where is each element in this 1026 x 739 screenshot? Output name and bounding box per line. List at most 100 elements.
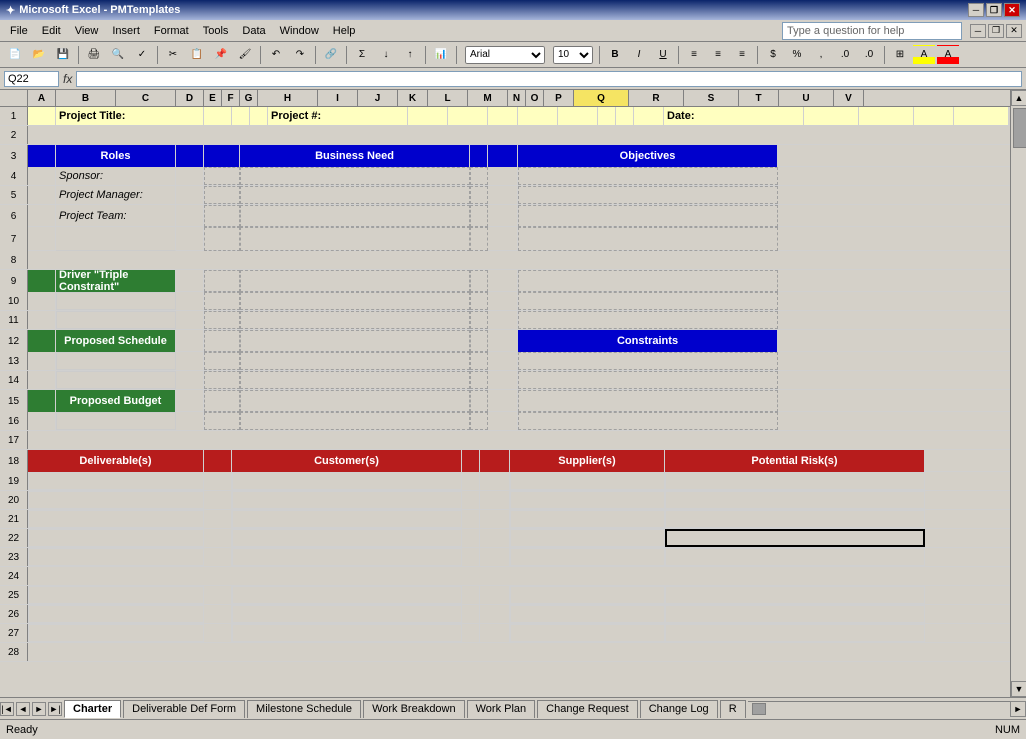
cell-a5[interactable]: [28, 186, 56, 204]
menu-file[interactable]: File: [4, 23, 34, 39]
align-right-button[interactable]: ≡: [731, 45, 753, 65]
cell-bc6[interactable]: Project Team:: [56, 205, 176, 227]
copy-button[interactable]: 📋: [186, 45, 208, 65]
font-name-box[interactable]: Arial: [461, 46, 549, 64]
cell-l1[interactable]: [518, 107, 558, 125]
cell-p19[interactable]: [480, 472, 510, 490]
close-button[interactable]: ✕: [1004, 3, 1020, 17]
cell-efg9[interactable]: [204, 270, 240, 292]
cell-hijklm6[interactable]: [240, 205, 470, 227]
cell-q22-selected[interactable]: [665, 529, 925, 547]
cell-p15[interactable]: [488, 390, 518, 412]
formula-input[interactable]: [76, 71, 1022, 87]
cell-bc9[interactable]: Driver "Triple Constraint": [56, 270, 176, 292]
cell-a11[interactable]: [28, 311, 56, 329]
spellcheck-button[interactable]: ✓: [131, 45, 153, 65]
sort-desc-button[interactable]: ↑: [399, 45, 421, 65]
menu-format[interactable]: Format: [148, 23, 195, 39]
sort-asc-button[interactable]: ↓: [375, 45, 397, 65]
cell-d4[interactable]: [176, 167, 204, 185]
minimize-app-button[interactable]: ─: [970, 24, 986, 38]
cell-a8[interactable]: [28, 251, 1010, 269]
col-header-a[interactable]: A: [28, 90, 56, 106]
cell-efg14[interactable]: [204, 371, 240, 389]
bold-button[interactable]: B: [604, 45, 626, 65]
cell-qrstu9[interactable]: [518, 270, 778, 292]
scroll-track[interactable]: [1011, 106, 1026, 681]
tab-nav-first[interactable]: |◄: [0, 702, 14, 716]
menu-view[interactable]: View: [69, 23, 105, 39]
cell-risk-25[interactable]: [665, 586, 925, 604]
chart-button[interactable]: 📊: [430, 45, 452, 65]
col-header-f[interactable]: F: [222, 90, 240, 106]
cell-supp-20[interactable]: [510, 491, 665, 509]
cell-24[interactable]: [28, 567, 1010, 585]
cell-d5[interactable]: [176, 186, 204, 204]
new-button[interactable]: 📄: [4, 45, 26, 65]
cell-efg4[interactable]: [204, 167, 240, 185]
cell-e1[interactable]: [232, 107, 250, 125]
restore-button[interactable]: ❐: [986, 3, 1002, 17]
cell-no11[interactable]: [470, 311, 488, 329]
cell-qrstu4[interactable]: [518, 167, 778, 185]
cell-hijklm5[interactable]: [240, 186, 470, 204]
cell-no6[interactable]: [470, 205, 488, 227]
italic-button[interactable]: I: [628, 45, 650, 65]
cell-qrstu14[interactable]: [518, 371, 778, 389]
cell-s1[interactable]: [859, 107, 914, 125]
tab-r[interactable]: R: [720, 700, 746, 718]
cell-d25[interactable]: [204, 586, 232, 604]
cell-a12[interactable]: [28, 330, 56, 352]
underline-button[interactable]: U: [652, 45, 674, 65]
cell-p6[interactable]: [488, 205, 518, 227]
decrease-decimal-button[interactable]: .0: [858, 45, 880, 65]
cell-del-22[interactable]: [28, 529, 204, 547]
cell-no15[interactable]: [470, 390, 488, 412]
scroll-thumb[interactable]: [1013, 108, 1026, 148]
cell-p12[interactable]: [488, 330, 518, 352]
cell-no20[interactable]: [462, 491, 480, 509]
cell-hijklm14[interactable]: [240, 371, 470, 389]
col-header-k[interactable]: K: [398, 90, 428, 106]
col-header-p[interactable]: P: [544, 90, 574, 106]
cell-no23[interactable]: [462, 548, 480, 566]
col-header-d[interactable]: D: [176, 90, 204, 106]
cell-no19[interactable]: [462, 472, 480, 490]
cell-bc13[interactable]: [56, 352, 176, 370]
borders-button[interactable]: ⊞: [889, 45, 911, 65]
cell-hijklm11[interactable]: [240, 311, 470, 329]
col-header-t[interactable]: T: [739, 90, 779, 106]
cell-risk-19[interactable]: [665, 472, 925, 490]
cell-reference-box[interactable]: Q22: [4, 71, 59, 87]
cell-p10[interactable]: [488, 292, 518, 310]
preview-button[interactable]: 🔍: [107, 45, 129, 65]
cell-a3[interactable]: [28, 145, 56, 167]
tab-milestone-schedule[interactable]: Milestone Schedule: [247, 700, 361, 718]
cell-i1[interactable]: [408, 107, 448, 125]
cell-d1[interactable]: [204, 107, 232, 125]
tab-change-log[interactable]: Change Log: [640, 700, 718, 718]
close-app-button[interactable]: ✕: [1006, 24, 1022, 38]
cell-b1[interactable]: Project Title:: [56, 107, 204, 125]
scroll-right-button[interactable]: ►: [1010, 701, 1026, 717]
cell-del-19[interactable]: [28, 472, 204, 490]
cell-supp-22[interactable]: [510, 529, 665, 547]
menu-help[interactable]: Help: [327, 23, 362, 39]
col-header-u[interactable]: U: [779, 90, 834, 106]
cell-bc15[interactable]: Proposed Budget: [56, 390, 176, 412]
align-center-button[interactable]: ≡: [707, 45, 729, 65]
menu-edit[interactable]: Edit: [36, 23, 67, 39]
cut-button[interactable]: ✂: [162, 45, 184, 65]
cell-d26[interactable]: [204, 605, 232, 623]
scroll-down-button[interactable]: ▼: [1011, 681, 1026, 697]
cell-efg11[interactable]: [204, 311, 240, 329]
cell-p5[interactable]: [488, 186, 518, 204]
cell-a9[interactable]: [28, 270, 56, 292]
cell-supp-23[interactable]: [510, 548, 665, 566]
cell-efg6[interactable]: [204, 205, 240, 227]
cell-qrstu6[interactable]: [518, 205, 778, 227]
cell-hijklm4[interactable]: [240, 167, 470, 185]
cell-cust-26[interactable]: [232, 605, 462, 623]
cell-qrstu11[interactable]: [518, 311, 778, 329]
cell-a16[interactable]: [28, 412, 56, 430]
